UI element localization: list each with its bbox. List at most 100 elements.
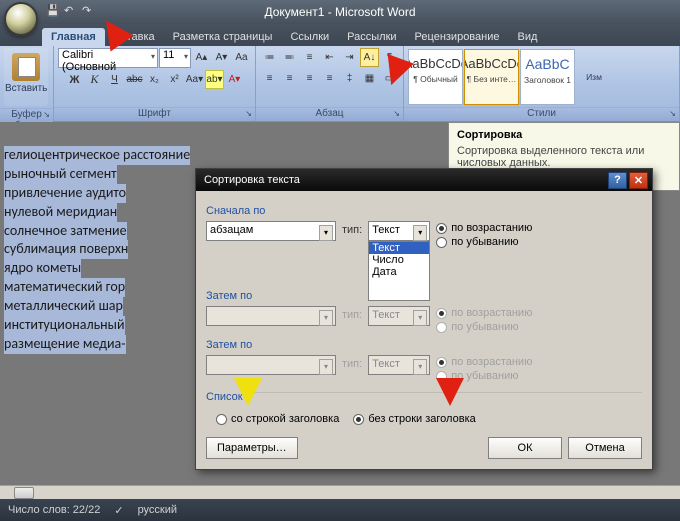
- sort-dialog: Сортировка текста ? ✕ Сначала по абзацам…: [195, 168, 653, 470]
- shading-button[interactable]: ▦: [360, 69, 379, 88]
- paste-button[interactable]: Вставить: [4, 48, 48, 106]
- word-count[interactable]: Число слов: 22/22: [8, 504, 100, 516]
- text-line[interactable]: ядро кометы: [4, 259, 81, 278]
- style-heading1[interactable]: AaBbC Заголовок 1: [520, 49, 575, 105]
- language-status[interactable]: русский: [138, 504, 177, 516]
- paste-icon: [12, 53, 40, 81]
- superscript-button[interactable]: x²: [165, 70, 184, 89]
- sort-type-2: Текст: [368, 306, 430, 326]
- desc-radio-2: по убыванию: [436, 321, 532, 333]
- sort-field-2[interactable]: [206, 306, 336, 326]
- multilevel-button[interactable]: ≡: [300, 48, 319, 67]
- outdent-button[interactable]: ⇤: [320, 48, 339, 67]
- tooltip-title: Сортировка: [457, 129, 671, 141]
- change-styles-button[interactable]: Изм: [578, 72, 610, 82]
- text-line[interactable]: солнечное затмение: [4, 222, 127, 241]
- quick-access-toolbar: 💾 ↶ ↷: [46, 4, 98, 20]
- dialog-title: Сортировка текста: [204, 174, 606, 186]
- radio-icon: [436, 322, 447, 333]
- grow-font-icon[interactable]: A▴: [192, 48, 211, 67]
- shrink-font-icon[interactable]: A▾: [212, 48, 231, 67]
- tab-view[interactable]: Вид: [509, 28, 547, 46]
- text-line[interactable]: институциональный: [4, 316, 125, 335]
- indent-button[interactable]: ⇥: [340, 48, 359, 67]
- sort-field-1[interactable]: абзацам: [206, 221, 336, 241]
- window-title: Документ1 - Microsoft Word: [264, 5, 415, 19]
- without-header-radio[interactable]: без строки заголовка: [353, 413, 475, 425]
- type-label-3: тип:: [342, 355, 362, 370]
- dialog-titlebar[interactable]: Сортировка текста ? ✕: [196, 169, 652, 191]
- first-by-label: Сначала по: [206, 205, 642, 217]
- style-nospacing[interactable]: AaBbCcDc ¶ Без инте…: [464, 49, 519, 105]
- group-label-clipboard: Буфер обмена: [0, 108, 53, 122]
- tab-references[interactable]: Ссылки: [281, 28, 338, 46]
- style-gallery[interactable]: AaBbCcDc ¶ Обычный AaBbCcDc ¶ Без инте… …: [408, 49, 575, 105]
- status-bar: Число слов: 22/22 ✓ русский: [0, 499, 680, 521]
- line-spacing-button[interactable]: ‡: [340, 69, 359, 88]
- tab-layout[interactable]: Разметка страницы: [164, 28, 282, 46]
- annotation-arrow-icon: [436, 378, 464, 406]
- case-button[interactable]: Aa▾: [185, 70, 204, 89]
- font-size-combo[interactable]: 11: [159, 48, 191, 68]
- then-by-label-2: Затем по: [206, 339, 642, 351]
- text-line[interactable]: рыночный сегмент: [4, 165, 117, 184]
- sort-field-3: [206, 355, 336, 375]
- group-label-styles: Стили: [404, 107, 679, 121]
- numbering-button[interactable]: ≕: [280, 48, 299, 67]
- text-line[interactable]: размещение медиа-: [4, 335, 126, 354]
- scrollbar-thumb[interactable]: [14, 487, 34, 499]
- desc-radio-1[interactable]: по убыванию: [436, 236, 532, 248]
- text-line[interactable]: гелиоцентрическое расстояние: [4, 146, 190, 165]
- group-clipboard: Вставить Буфер обмена: [0, 46, 54, 121]
- text-line[interactable]: математический гор: [4, 278, 125, 297]
- font-name-combo[interactable]: Calibri (Основной: [58, 48, 158, 68]
- highlight-button[interactable]: ab▾: [205, 70, 224, 89]
- type-label-1: тип:: [342, 221, 362, 236]
- with-header-radio[interactable]: со строкой заголовка: [216, 413, 339, 425]
- align-center-button[interactable]: ≡: [280, 69, 299, 88]
- horizontal-scrollbar[interactable]: [0, 485, 680, 499]
- type-option-number[interactable]: Число: [369, 254, 429, 266]
- clear-format-icon[interactable]: Aa: [232, 48, 251, 67]
- style-preview: AaBbC: [525, 50, 569, 75]
- tab-review[interactable]: Рецензирование: [406, 28, 509, 46]
- group-label-paragraph: Абзац: [256, 107, 403, 121]
- align-left-button[interactable]: ≡: [260, 69, 279, 88]
- asc-radio-1[interactable]: по возрастанию: [436, 222, 532, 234]
- strike-button[interactable]: abc: [125, 70, 144, 89]
- dialog-close-button[interactable]: ✕: [629, 172, 648, 189]
- group-styles: AaBbCcDc ¶ Обычный AaBbCcDc ¶ Без инте… …: [404, 46, 680, 121]
- group-label-font: Шрифт: [54, 107, 255, 121]
- office-button[interactable]: [4, 2, 38, 36]
- text-line[interactable]: нулевой меридиан: [4, 203, 117, 222]
- type-option-text[interactable]: Текст: [369, 242, 429, 254]
- params-button[interactable]: Параметры…: [206, 437, 298, 459]
- sort-button[interactable]: A↓: [360, 48, 379, 67]
- bullets-button[interactable]: ≔: [260, 48, 279, 67]
- ok-button[interactable]: ОК: [488, 437, 562, 459]
- radio-icon: [436, 357, 447, 368]
- sort-type-1[interactable]: Текст: [368, 221, 430, 241]
- proofing-icon[interactable]: ✓: [114, 504, 123, 517]
- group-font: Calibri (Основной 11 A▴ A▾ Aa Ж К Ч abc …: [54, 46, 256, 121]
- justify-button[interactable]: ≡: [320, 69, 339, 88]
- text-line[interactable]: сублимация поверхн: [4, 240, 128, 259]
- subscript-button[interactable]: x₂: [145, 70, 164, 89]
- type-label-2: тип:: [342, 306, 362, 321]
- qat-save-icon[interactable]: 💾: [46, 4, 62, 20]
- align-right-button[interactable]: ≡: [300, 69, 319, 88]
- tab-mailings[interactable]: Рассылки: [338, 28, 405, 46]
- text-line[interactable]: металлический шар: [4, 297, 123, 316]
- qat-redo-icon[interactable]: ↷: [82, 4, 98, 20]
- sort-type-dropdown[interactable]: Текст Число Дата: [368, 241, 430, 301]
- group-paragraph: ≔ ≕ ≡ ⇤ ⇥ A↓ ¶ ≡ ≡ ≡ ≡ ‡ ▦ ▭ Абзац: [256, 46, 404, 121]
- asc-radio-2: по возрастанию: [436, 307, 532, 319]
- style-normal[interactable]: AaBbCcDc ¶ Обычный: [408, 49, 463, 105]
- dialog-help-button[interactable]: ?: [608, 172, 627, 189]
- text-line[interactable]: привлечение аудито: [4, 184, 126, 203]
- type-option-date[interactable]: Дата: [369, 266, 429, 278]
- qat-undo-icon[interactable]: ↶: [64, 4, 80, 20]
- titlebar: 💾 ↶ ↷ Документ1 - Microsoft Word: [0, 0, 680, 24]
- font-color-button[interactable]: A▾: [225, 70, 244, 89]
- cancel-button[interactable]: Отмена: [568, 437, 642, 459]
